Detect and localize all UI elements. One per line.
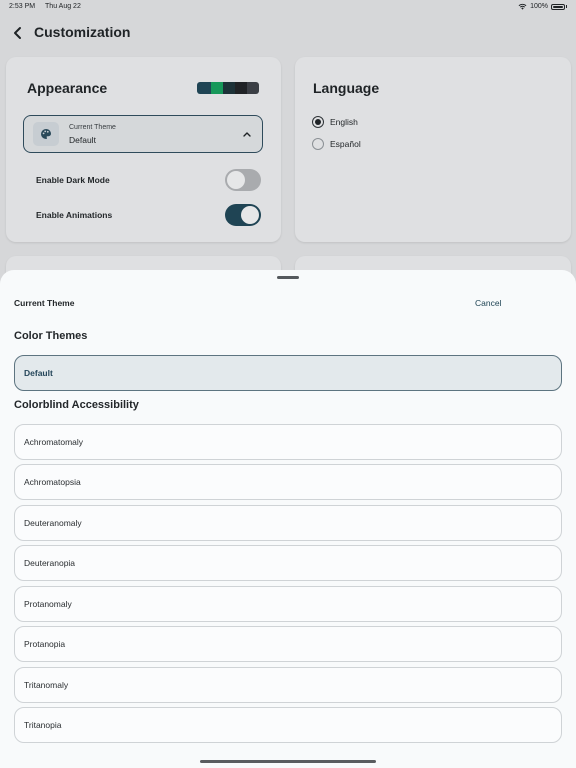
- animations-label: Enable Animations: [36, 210, 113, 220]
- toggle-knob: [227, 171, 245, 189]
- battery-icon: [551, 3, 565, 10]
- theme-option-label: Protanopia: [24, 639, 66, 649]
- language-title: Language: [313, 80, 380, 96]
- color-themes-heading: Color Themes: [14, 330, 88, 342]
- animations-toggle[interactable]: [225, 204, 261, 226]
- appearance-title: Appearance: [27, 80, 108, 96]
- theme-option-deuteranomaly[interactable]: Deuteranomaly: [14, 505, 562, 541]
- theme-select-label: Current Theme: [69, 124, 116, 131]
- radio-unchecked[interactable]: [312, 138, 324, 150]
- status-left: 2:53 PM Thu Aug 22: [9, 3, 81, 10]
- page-title: Customization: [34, 24, 131, 40]
- theme-option-label: Achromatomaly: [24, 437, 84, 447]
- cancel-button[interactable]: Cancel: [475, 298, 501, 308]
- theme-option-protanopia[interactable]: Protanopia: [14, 626, 562, 662]
- theme-option-tritanopia[interactable]: Tritanopia: [14, 707, 562, 743]
- swatch-1: [197, 82, 211, 94]
- animations-row: Enable Animations: [36, 204, 261, 226]
- theme-option-label: Deuteranopia: [24, 558, 76, 568]
- theme-option-achromatopsia[interactable]: Achromatopsia: [14, 464, 562, 500]
- language-card: Language English Español: [295, 57, 571, 242]
- dark-mode-row: Enable Dark Mode: [36, 169, 261, 191]
- theme-option-tritanomaly[interactable]: Tritanomaly: [14, 667, 562, 703]
- dark-mode-label: Enable Dark Mode: [36, 175, 110, 185]
- sheet-title: Current Theme: [14, 298, 75, 308]
- language-option-espanol[interactable]: Español: [312, 137, 361, 151]
- battery-tip: [566, 5, 567, 8]
- status-date: Thu Aug 22: [45, 3, 81, 10]
- appearance-card: Appearance Current Theme Default Enable …: [6, 57, 281, 242]
- language-label-english: English: [330, 117, 358, 127]
- theme-option-label: Tritanomaly: [24, 680, 69, 690]
- swatch-3: [223, 82, 235, 94]
- theme-option-label: Deuteranomaly: [24, 518, 82, 528]
- dark-mode-toggle[interactable]: [225, 169, 261, 191]
- theme-option-protanomaly[interactable]: Protanomaly: [14, 586, 562, 622]
- home-indicator: [200, 760, 376, 763]
- toggle-knob: [241, 206, 259, 224]
- language-label-espanol: Español: [330, 139, 361, 149]
- sheet-grabber[interactable]: [277, 276, 299, 279]
- swatch-5: [247, 82, 259, 94]
- radio-checked[interactable]: [312, 116, 324, 128]
- back-button[interactable]: [10, 23, 26, 43]
- theme-option-label: Achromatopsia: [24, 477, 81, 487]
- chevron-left-icon: [14, 27, 21, 39]
- battery-percent: 100%: [530, 3, 548, 10]
- theme-option-deuteranopia[interactable]: Deuteranopia: [14, 545, 562, 581]
- theme-option-label: Tritanopia: [24, 720, 62, 730]
- status-bar: 2:53 PM Thu Aug 22 100%: [0, 0, 576, 14]
- swatch-4: [235, 82, 247, 94]
- theme-option-achromatomaly[interactable]: Achromatomaly: [14, 424, 562, 460]
- theme-select-value: Default: [69, 135, 96, 145]
- accessibility-heading: Colorblind Accessibility: [14, 399, 139, 411]
- chevron-up-icon: [243, 132, 251, 137]
- status-right: 100%: [518, 3, 567, 10]
- nav-bar: Customization: [0, 18, 576, 48]
- swatch-2: [211, 82, 223, 94]
- status-time: 2:53 PM: [9, 3, 36, 10]
- theme-option-label: Default: [24, 368, 53, 378]
- theme-option-default[interactable]: Default: [14, 355, 562, 391]
- theme-option-label: Protanomaly: [24, 599, 72, 609]
- language-option-english[interactable]: English: [312, 115, 358, 129]
- theme-icon-box: [33, 122, 59, 146]
- theme-swatches: [197, 82, 259, 94]
- wifi-icon: [518, 3, 527, 10]
- theme-sheet: Current Theme Cancel Color Themes Defaul…: [0, 270, 576, 768]
- theme-select[interactable]: Current Theme Default: [23, 115, 263, 153]
- palette-icon: [41, 129, 51, 139]
